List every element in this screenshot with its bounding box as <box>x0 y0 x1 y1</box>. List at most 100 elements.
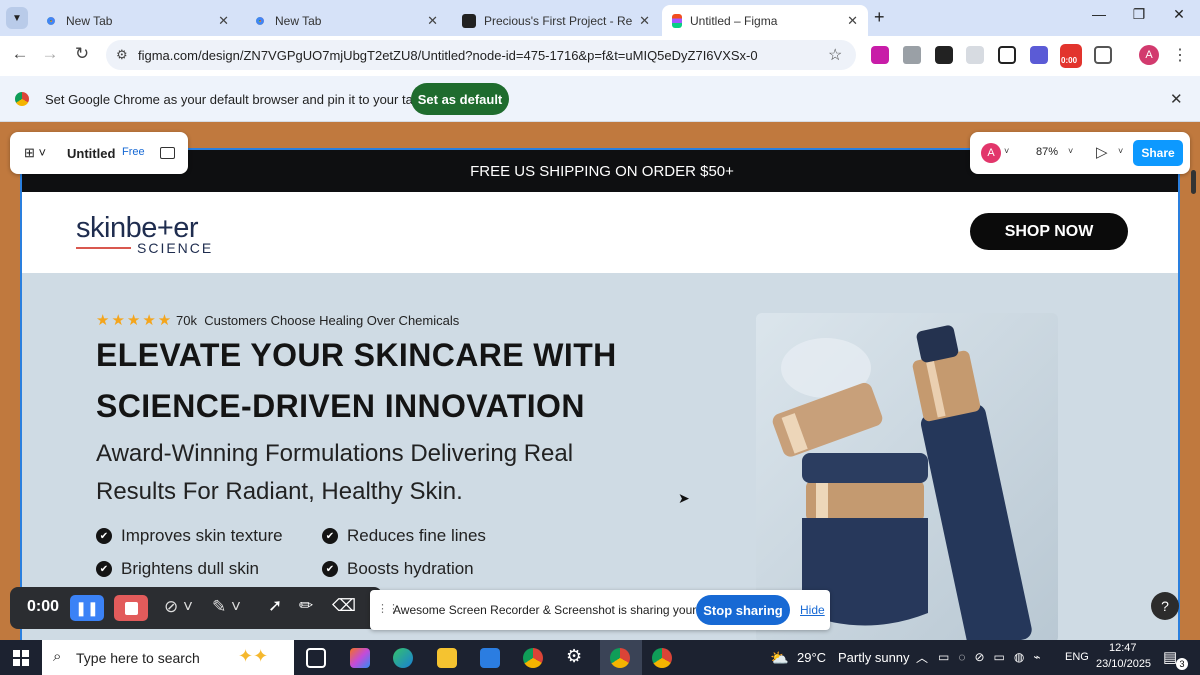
share-message: Awesome Screen Recorder & Screenshot is … <box>393 603 739 617</box>
sidebar-toggle-icon[interactable] <box>160 147 175 159</box>
shop-now-button[interactable]: SHOP NOW <box>970 213 1128 250</box>
forward-button[interactable]: → <box>38 44 62 64</box>
download-extension-icon[interactable] <box>871 46 889 64</box>
back-button[interactable]: ← <box>8 44 32 64</box>
notification-count: 3 <box>1176 658 1188 670</box>
figma-icon <box>672 13 682 28</box>
chrome-menu-icon[interactable]: ⋮ <box>1172 45 1188 65</box>
tray-icons[interactable]: ▭◌⊘▭◍⌁ <box>938 650 1050 664</box>
site-header: skinbe+er SCIENCE SHOP NOW <box>22 192 1178 273</box>
close-icon[interactable]: ✕ <box>427 13 438 29</box>
share-button[interactable]: Share <box>1133 140 1183 166</box>
screen-share-notification: ⋮⋮ Awesome Screen Recorder & Screenshot … <box>370 590 830 630</box>
figma-file-panel: ⊞ ˅ Untitled Free <box>10 132 188 174</box>
infobar-close-icon[interactable]: ✕ <box>1170 90 1183 108</box>
chrome-taskbar-icon-2[interactable] <box>652 648 672 668</box>
edge-icon[interactable] <box>393 648 413 668</box>
highlight-off-icon[interactable]: ✎ ˅ <box>212 597 241 617</box>
stop-sharing-button[interactable]: Stop sharing <box>696 595 790 625</box>
store-icon[interactable] <box>480 648 500 668</box>
figma-menu-icon[interactable]: ⊞ ˅ <box>24 145 46 161</box>
windows-taskbar: ⌕ Type here to search ✦✦ ⚙ ⛅ 29°C Partly… <box>0 640 1200 675</box>
tab-new-tab-1[interactable]: New Tab ✕ <box>34 5 239 36</box>
profile-avatar[interactable]: A <box>1139 45 1159 65</box>
url-text: figma.com/design/ZN7VGPgUO7mjUbgT2etZU8/… <box>138 47 758 63</box>
weather-temp[interactable]: 29°C <box>797 650 826 665</box>
eyedropper-extension-icon[interactable] <box>998 46 1016 64</box>
set-default-button[interactable]: Set as default <box>411 83 509 115</box>
hero-section: ★★★★★ 70k Customers Choose Healing Over … <box>22 273 1178 640</box>
hide-link[interactable]: Hide <box>800 603 825 617</box>
chevron-down-icon[interactable]: ˅ <box>1068 146 1073 156</box>
settings-icon[interactable]: ⚙ <box>566 646 588 666</box>
feature-item: ✔ Reduces fine lines <box>322 526 486 546</box>
pause-button[interactable]: ❚❚ <box>70 595 104 621</box>
file-explorer-icon[interactable] <box>437 648 457 668</box>
window-close-button[interactable]: ✕ <box>1164 6 1194 23</box>
camera-extension-icon[interactable] <box>903 46 921 64</box>
figma-file-name[interactable]: Untitled <box>67 146 115 161</box>
pointer-tool-icon[interactable]: ➚ <box>268 596 282 616</box>
close-icon[interactable]: ✕ <box>218 13 229 29</box>
hero-subheadline-line-2: Results For Radiant, Healthy Skin. <box>96 478 463 505</box>
clock-time[interactable]: 12:47 <box>1109 642 1137 654</box>
recorder-extension-icon[interactable]: 0:00 <box>1060 44 1082 68</box>
tab-search-button[interactable]: ▼ <box>6 7 28 29</box>
script-extension-icon[interactable] <box>935 46 953 64</box>
ai-extension-icon[interactable] <box>1030 46 1048 64</box>
close-icon[interactable]: ✕ <box>847 13 858 29</box>
tray-chevron-icon[interactable]: ︿ <box>916 649 928 666</box>
shipping-text: FREE US SHIPPING ON ORDER $50+ <box>470 162 734 180</box>
address-bar[interactable]: ⚙ figma.com/design/ZN7VGPgUO7mjUbgT2etZU… <box>106 40 856 70</box>
weather-text[interactable]: Partly sunny <box>838 650 910 665</box>
user-avatar[interactable]: A <box>981 143 1001 163</box>
rating-line: 70k Customers Choose Healing Over Chemic… <box>176 313 459 328</box>
present-play-icon[interactable]: ▷ <box>1096 143 1108 161</box>
language-indicator[interactable]: ENG <box>1065 651 1089 663</box>
text-extension-icon[interactable] <box>966 46 984 64</box>
extensions-puzzle-icon[interactable] <box>1094 46 1112 64</box>
close-icon[interactable]: ✕ <box>639 13 650 29</box>
pen-tool-icon[interactable]: ✏ <box>299 596 313 616</box>
stop-recording-button[interactable] <box>114 595 148 621</box>
reload-button[interactable]: ↻ <box>70 44 94 64</box>
chrome-logo-icon <box>13 90 31 108</box>
feature-item: ✔ Boosts hydration <box>322 559 474 579</box>
browser-tab-strip: ▼ New Tab ✕ New Tab ✕ Precious's First P… <box>0 0 1200 36</box>
browser-toolbar: ← → ↻ ⚙ figma.com/design/ZN7VGPgUO7mjUbg… <box>0 36 1200 76</box>
zoom-level[interactable]: 87% <box>1036 146 1058 158</box>
mouse-cursor-icon: ➤ <box>678 490 690 506</box>
hero-subheadline-line-1: Award-Winning Formulations Delivering Re… <box>96 440 574 467</box>
restore-button[interactable]: ❐ <box>1124 6 1154 23</box>
figma-toolbar-right: A ˅ 87% ˅ ▷ ˅ Share <box>970 132 1190 174</box>
copilot-icon[interactable] <box>350 648 370 668</box>
tab-new-tab-2[interactable]: New Tab ✕ <box>243 5 448 36</box>
taskbar-search-box[interactable]: ⌕ Type here to search ✦✦ <box>42 640 294 675</box>
task-view-icon[interactable] <box>306 648 326 668</box>
annotation-off-icon[interactable]: ⊘ ˅ <box>164 597 193 617</box>
clock-date[interactable]: 23/10/2025 <box>1096 658 1151 670</box>
bookmark-star-icon[interactable]: ☆ <box>828 45 842 65</box>
search-icon: ⌕ <box>53 648 62 665</box>
canvas-scrollbar[interactable] <box>1191 170 1196 194</box>
minimize-button[interactable]: — <box>1084 6 1114 22</box>
weather-icon[interactable]: ⛅ <box>770 649 789 667</box>
plan-badge: Free <box>122 146 145 158</box>
figma-canvas[interactable]: FREE US SHIPPING ON ORDER $50+ skinbe+er… <box>0 122 1200 640</box>
eraser-tool-icon[interactable]: ⌫ <box>332 596 356 616</box>
screen-recorder-controls: 0:00 ❚❚ ⊘ ˅ ✎ ˅ ➚ ✏ ⌫ <box>10 587 382 629</box>
check-icon: ✔ <box>96 561 112 577</box>
chevron-down-icon[interactable]: ˅ <box>1004 146 1009 156</box>
chevron-down-icon[interactable]: ˅ <box>1118 146 1123 156</box>
tab-replo[interactable]: Precious's First Project - Replo ✕ <box>452 5 660 36</box>
chrome-profile-taskbar-icon[interactable] <box>610 648 630 668</box>
check-icon: ✔ <box>96 528 112 544</box>
site-info-icon[interactable]: ⚙ <box>116 47 128 63</box>
help-button[interactable]: ? <box>1151 592 1179 620</box>
new-tab-button[interactable]: + <box>874 7 885 28</box>
tab-figma[interactable]: Untitled – Figma ✕ <box>662 5 868 36</box>
chrome-taskbar-icon[interactable] <box>523 648 543 668</box>
feature-item: ✔ Improves skin texture <box>96 526 283 546</box>
windows-start-icon[interactable] <box>13 650 29 666</box>
landing-page-frame[interactable]: FREE US SHIPPING ON ORDER $50+ skinbe+er… <box>20 148 1180 640</box>
